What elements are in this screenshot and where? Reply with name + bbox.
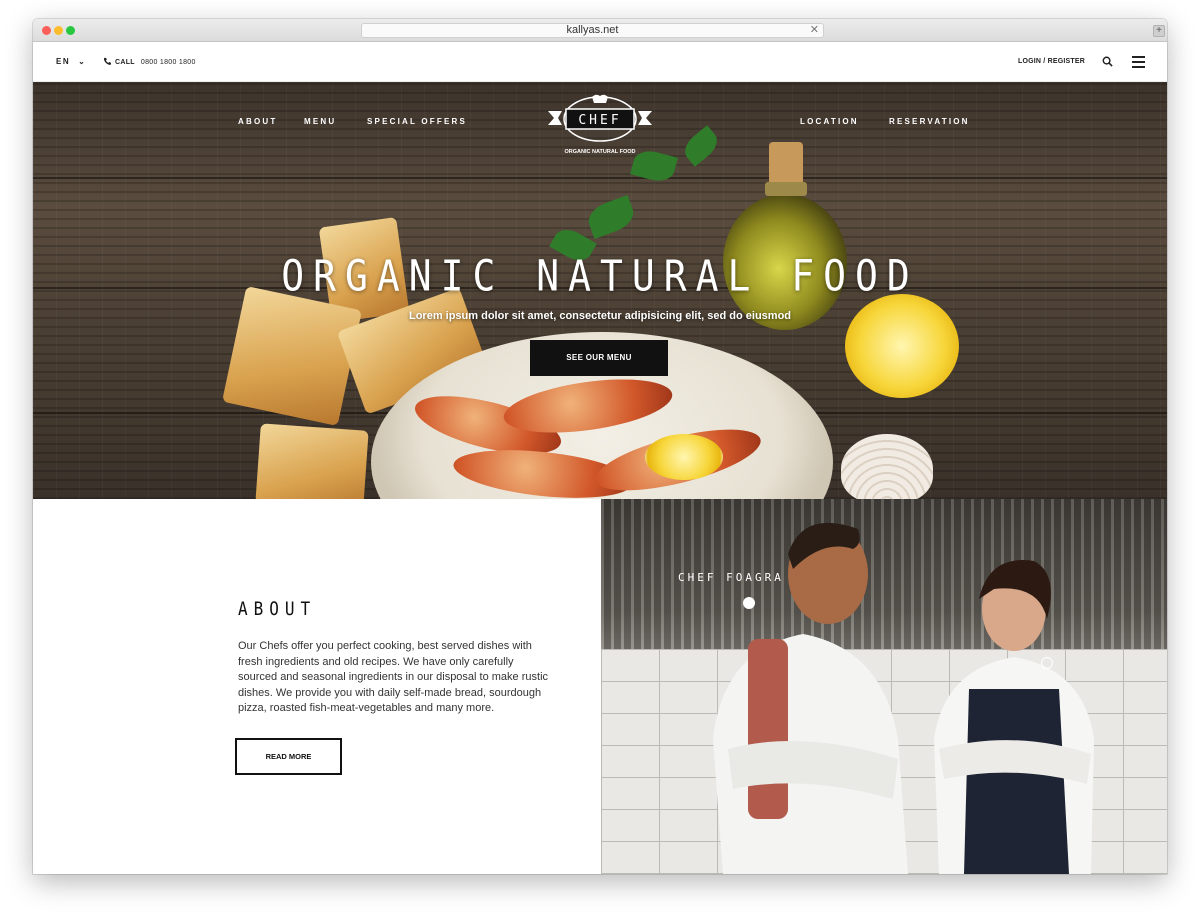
login-register-link[interactable]: LOGIN / REGISTER [1018,58,1085,65]
logo-tagline: ORGANIC NATURAL FOOD [565,149,636,155]
phone-icon [103,57,111,65]
chevron-down-icon: ⌄ [78,57,87,66]
nav-about[interactable]: ABOUT [238,117,277,126]
language-selector[interactable]: EN ⌄ [56,57,86,66]
nav-special-offers[interactable]: SPECIAL OFFERS [367,117,467,126]
logo-text: CHEF [578,113,621,128]
url-text: kallyas.net [566,24,619,36]
hero-section: ABOUT MENU SPECIAL OFFERS LOCATION RESER… [33,82,1167,499]
about-section: ABOUT Our Chefs offer you perfect cookin… [33,499,601,874]
olive-oil-bottle [723,142,847,330]
bread-slice [222,286,362,426]
phone-number: 0800 1800 1800 [140,59,196,66]
hero-title: ORGANIC NATURAL FOOD [281,251,919,301]
about-title: ABOUT [238,597,317,620]
nav-location[interactable]: LOCATION [800,117,859,126]
nav-reservation[interactable]: RESERVATION [889,117,970,126]
call-info[interactable]: CALL 0800 1800 1800 [103,57,196,66]
about-text: Our Chefs offer you perfect cooking, bes… [238,640,549,714]
top-bar: EN ⌄ CALL 0800 1800 1800 LOGIN / REGISTER [33,42,1167,82]
lemon-wedge [645,434,723,480]
language-label: EN [56,57,71,66]
hotspot-dot[interactable] [743,597,755,609]
bread-slice [255,423,369,499]
see-our-menu-button[interactable]: SEE OUR MENU [530,340,668,376]
chef-logo[interactable]: CHEF ORGANIC NATURAL FOOD [546,93,654,159]
read-more-button[interactable]: READ MORE [235,738,342,775]
hotspot-ring[interactable] [1041,657,1053,669]
search-icon[interactable] [1102,56,1113,67]
female-chef [934,560,1094,874]
plus-icon[interactable]: + [1153,25,1165,37]
browser-window: kallyas.net ✕ + EN ⌄ CALL 0800 1800 1800 L… [33,19,1167,874]
close-window-button[interactable] [42,26,51,35]
call-label: CALL [115,59,135,66]
male-chef [713,522,908,874]
minimize-window-button[interactable] [54,26,63,35]
address-bar[interactable]: kallyas.net ✕ [361,23,824,38]
chef-name-label: CHEF FOAGRA [678,571,784,584]
menu-icon[interactable] [1132,56,1145,68]
nav-menu[interactable]: MENU [304,117,336,126]
maximize-window-button[interactable] [66,26,75,35]
hero-subtitle: Lorem ipsum dolor sit amet, consectetur … [408,310,792,322]
browser-toolbar: kallyas.net ✕ + [33,19,1167,42]
chef-photo-panel: CHEF FOAGRA [601,499,1167,874]
parsley [584,195,638,239]
close-icon[interactable]: ✕ [810,24,819,37]
seashell [841,434,933,499]
